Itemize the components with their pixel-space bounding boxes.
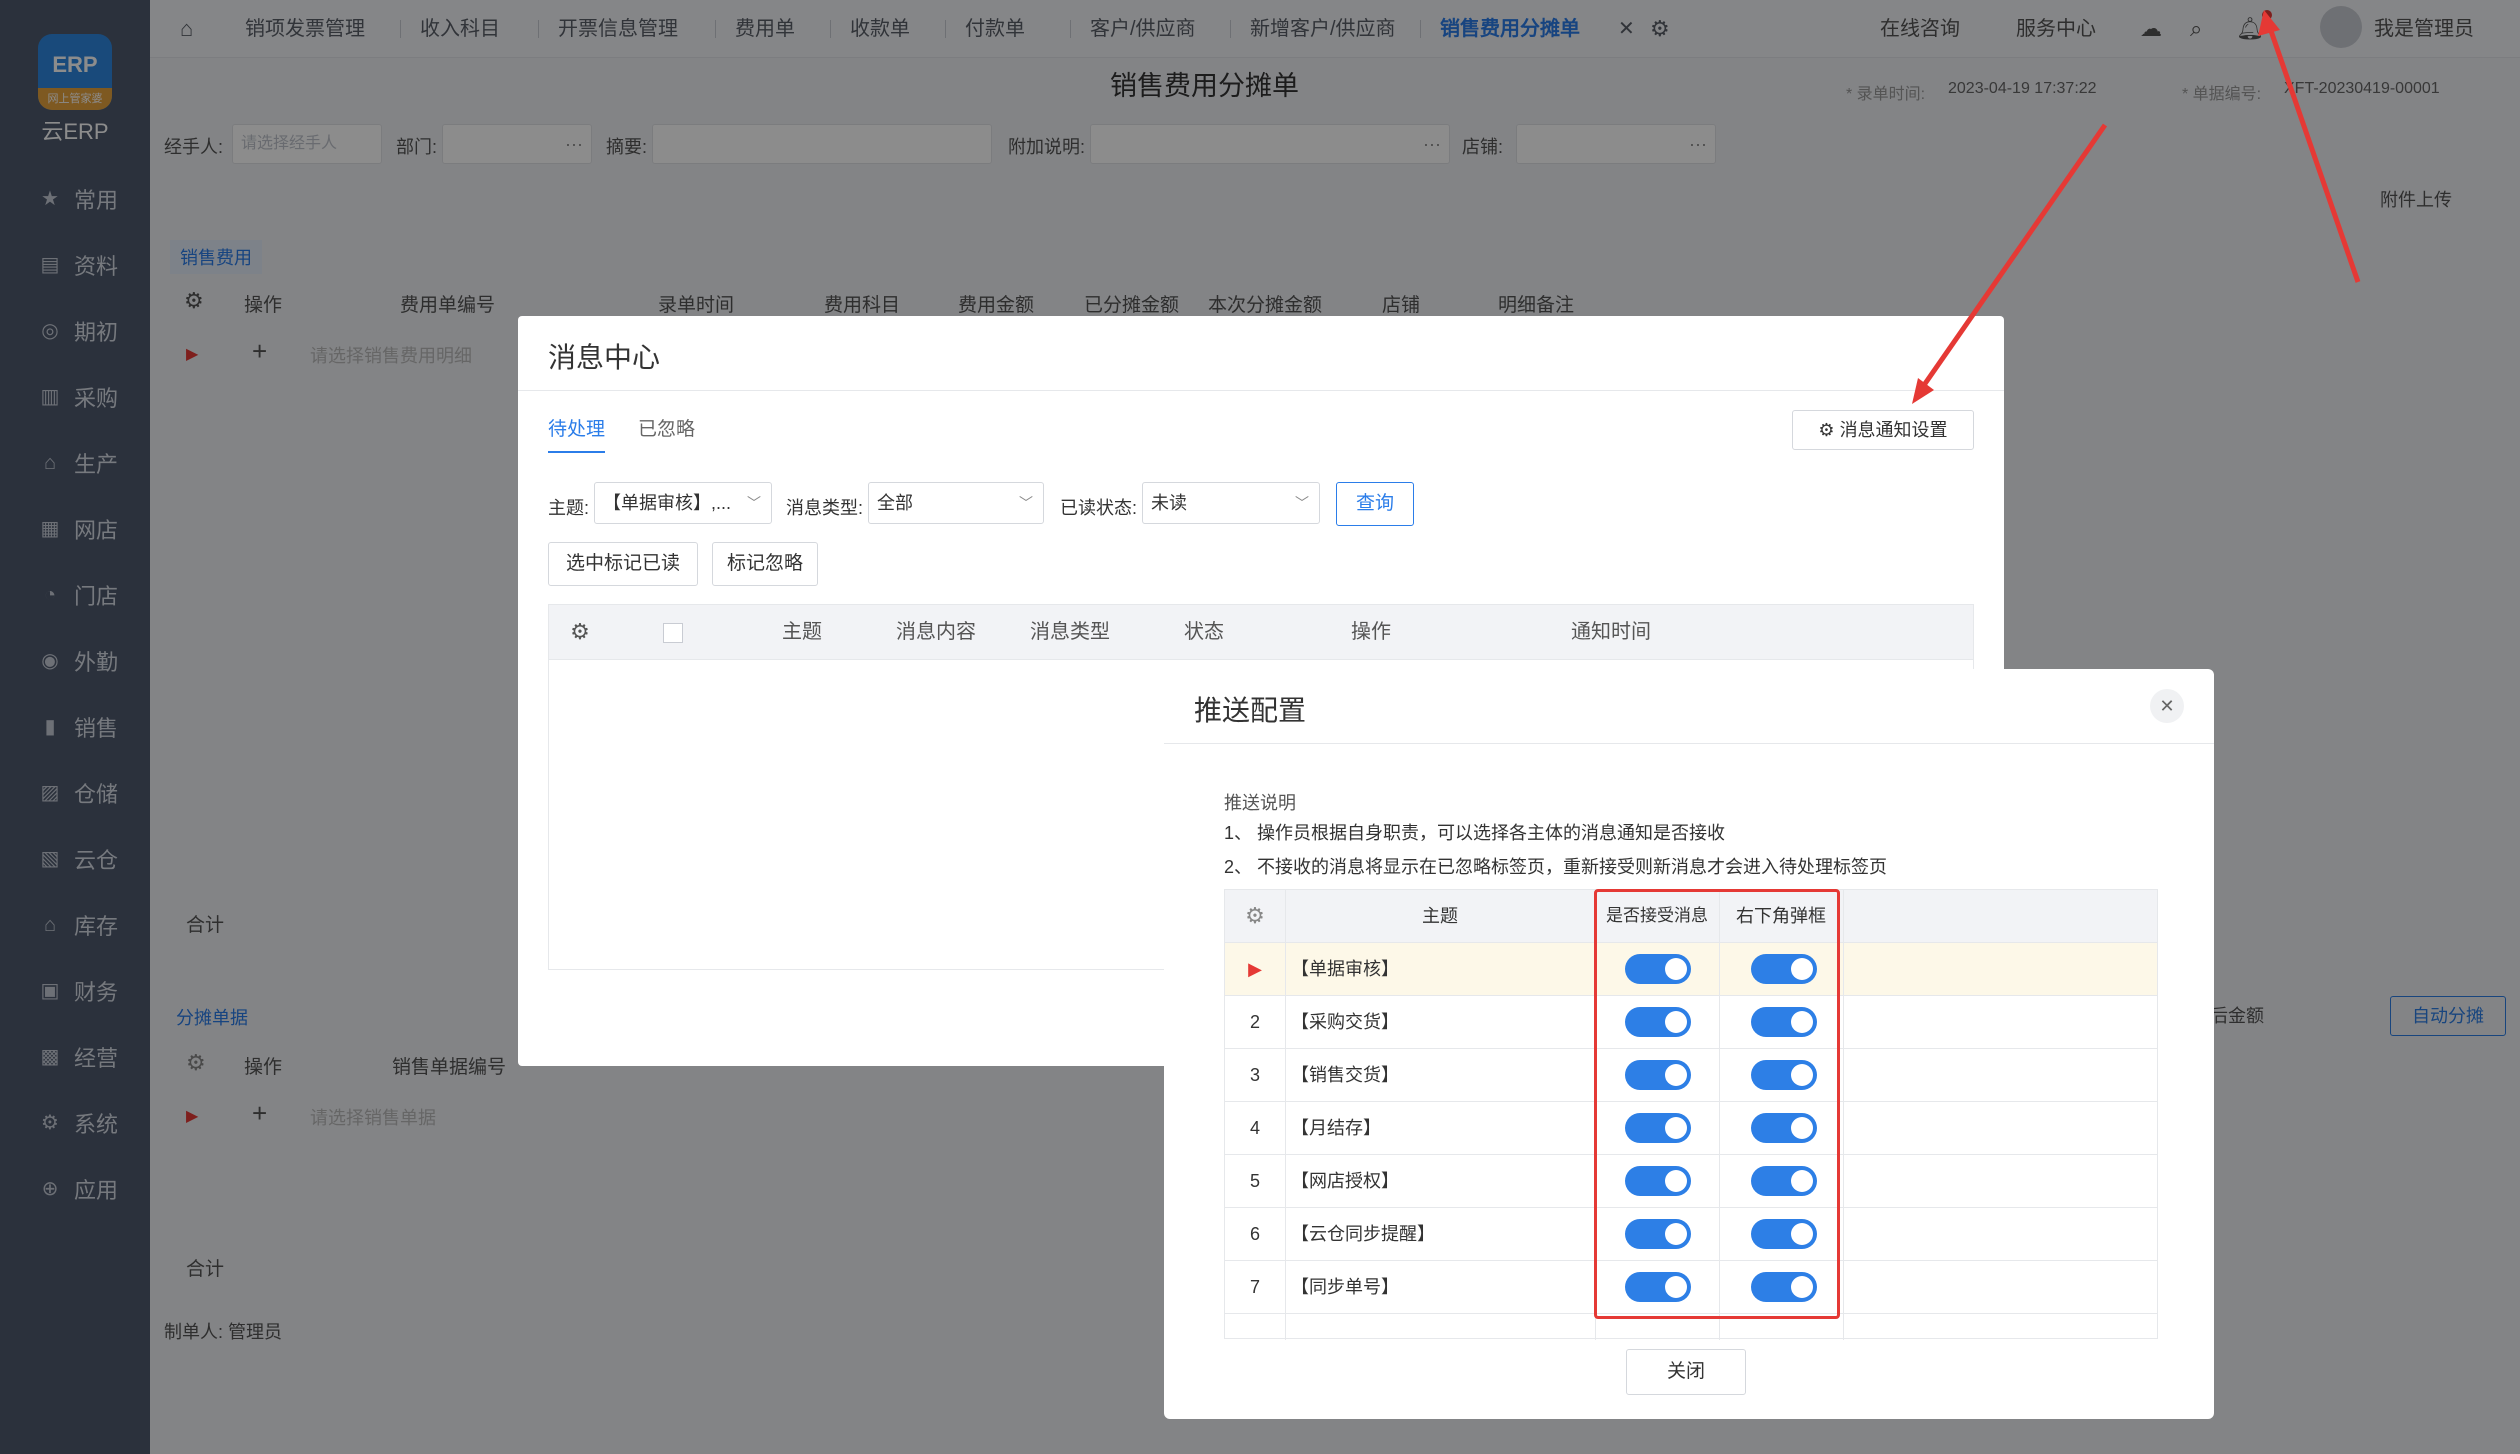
arrow-head — [2258, 10, 2280, 36]
arrow-head — [1912, 378, 1934, 404]
arrow-to-bell — [2267, 27, 2361, 283]
annotation-arrows — [1912, 10, 2361, 404]
arrow-to-settings — [1919, 123, 2108, 390]
